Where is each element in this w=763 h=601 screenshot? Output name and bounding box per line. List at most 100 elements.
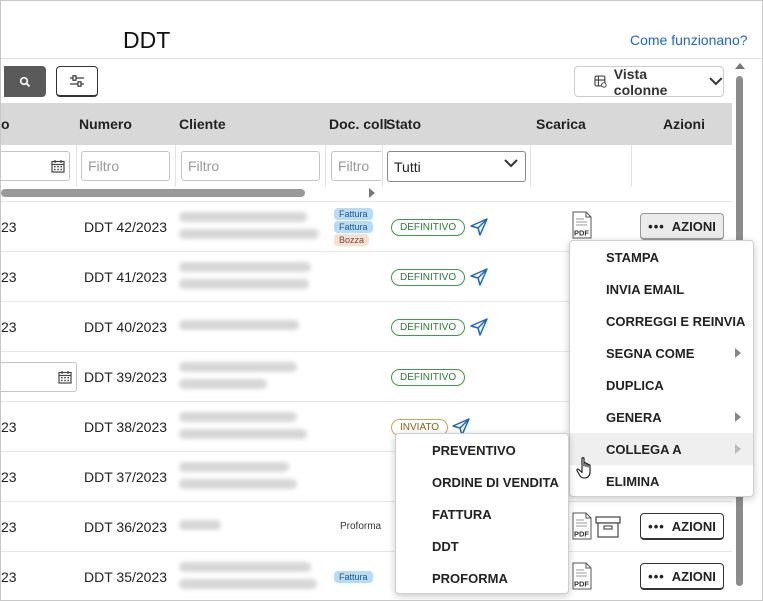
actions-label: AZIONI [671, 518, 716, 534]
actions-context-menu: STAMPA INVIA EMAIL CORREGGI E REINVIA SE… [569, 240, 754, 497]
menu-item-label: SEGNA COME [606, 345, 695, 361]
menu-item-stampa[interactable]: STAMPA [570, 241, 753, 273]
row-actions-button[interactable]: ••• AZIONI [640, 513, 724, 540]
pdf-download-icon[interactable]: PDF [571, 562, 593, 595]
row-numero[interactable]: DDT 36/2023 [84, 519, 167, 535]
stato-filter-value: Tutti [394, 158, 421, 175]
client-name-blurred [179, 354, 325, 400]
menu-item-invia-email[interactable]: INVIA EMAIL [570, 273, 753, 305]
header-divider [1, 58, 762, 59]
scroll-right-arrow-icon[interactable] [369, 188, 375, 198]
column-header-stato[interactable]: Stato [386, 116, 421, 132]
client-name-blurred [179, 504, 325, 550]
collega-a-submenu: PREVENTIVO ORDINE DI VENDITA FATTURA DDT… [395, 433, 569, 594]
linked-doc-tag[interactable]: Fattura [334, 208, 373, 220]
actions-label: AZIONI [671, 218, 716, 234]
menu-item-elimina[interactable]: ELIMINA [570, 465, 753, 497]
cliente-filter-input[interactable]: Filtro [181, 151, 320, 181]
row-date: 23 [1, 569, 17, 585]
submenu-item-proforma[interactable]: PROFORMA [396, 562, 568, 594]
row-date: 23 [1, 319, 17, 335]
column-divider [76, 145, 77, 187]
menu-item-segna-come[interactable]: SEGNA COME [570, 337, 753, 369]
row-actions-button[interactable]: ••• AZIONI [640, 213, 724, 240]
help-link[interactable]: Come funzionano? [630, 32, 748, 48]
column-header-numero[interactable]: Numero [79, 116, 132, 132]
column-header-date[interactable]: o [1, 116, 10, 132]
menu-item-collega-a[interactable]: COLLEGA A [570, 433, 753, 465]
row-numero[interactable]: DDT 41/2023 [84, 269, 167, 285]
submenu-item-fattura[interactable]: FATTURA [396, 498, 568, 530]
column-divider [530, 145, 531, 187]
hand-pointer-cursor-icon [576, 457, 591, 479]
status-badge: DEFINITIVO [391, 219, 466, 236]
calendar-icon[interactable] [51, 159, 65, 173]
column-divider [631, 145, 632, 187]
stato-filter-select[interactable]: Tutti [387, 151, 526, 182]
sliders-icon [70, 75, 84, 87]
linked-doc-tag[interactable]: Fattura [334, 221, 373, 233]
column-header-doc-collegati[interactable]: Doc. coll [329, 116, 387, 132]
chevron-down-icon [504, 159, 518, 168]
date-filter-input[interactable] [1, 151, 70, 181]
column-divider [382, 145, 383, 187]
numero-filter-input[interactable]: Filtro [81, 151, 170, 181]
horizontal-scroll-thumb[interactable] [1, 189, 305, 197]
app-frame: DDT Come funzionano? Vista colonne o Num… [0, 0, 763, 601]
row-numero[interactable]: DDT 39/2023 [84, 369, 167, 385]
submenu-arrow-icon [735, 412, 741, 422]
client-name-blurred [179, 454, 325, 500]
send-icon[interactable] [469, 217, 489, 237]
column-header-scarica[interactable]: Scarica [536, 116, 586, 132]
column-header-cliente[interactable]: Cliente [179, 116, 226, 132]
scroll-up-arrow-icon[interactable] [735, 63, 745, 69]
row-numero[interactable]: DDT 42/2023 [84, 219, 167, 235]
columns-settings-icon [594, 75, 607, 88]
submenu-arrow-icon [735, 348, 741, 358]
submenu-item-ddt[interactable]: DDT [396, 530, 568, 562]
status-badge: DEFINITIVO [391, 319, 466, 336]
doc-coll-filter-input[interactable]: Filtro [331, 151, 381, 181]
svg-text:PDF: PDF [574, 229, 589, 238]
filters-toggle-button[interactable] [56, 66, 98, 97]
actions-label: AZIONI [671, 568, 716, 584]
column-header-azioni[interactable]: Azioni [663, 116, 705, 132]
row-numero[interactable]: DDT 38/2023 [84, 419, 167, 435]
linked-doc-text[interactable]: Proforma [340, 521, 381, 532]
chevron-down-icon [709, 77, 723, 86]
row-actions-button[interactable]: ••• AZIONI [640, 563, 724, 590]
client-name-blurred [179, 554, 325, 600]
linked-doc-tag[interactable]: Bozza [334, 234, 370, 246]
menu-item-correggi-e-reinvia[interactable]: CORREGGI E REINVIA [570, 305, 753, 337]
row-numero[interactable]: DDT 40/2023 [84, 319, 167, 335]
row-numero[interactable]: DDT 37/2023 [84, 469, 167, 485]
send-icon[interactable] [469, 267, 489, 287]
search-button[interactable] [4, 66, 46, 97]
column-divider [325, 145, 326, 187]
linked-doc-tag[interactable]: Fattura [334, 571, 373, 583]
row-date: 23 [1, 219, 17, 235]
more-dots-icon: ••• [648, 218, 665, 234]
send-icon[interactable] [469, 317, 489, 337]
submenu-item-ordine-di-vendita[interactable]: ORDINE DI VENDITA [396, 466, 568, 498]
pdf-download-icon[interactable]: PDF [571, 512, 593, 545]
column-divider [175, 145, 176, 187]
status-badge: DEFINITIVO [391, 369, 466, 386]
submenu-item-preventivo[interactable]: PREVENTIVO [396, 434, 568, 466]
client-name-blurred [179, 404, 325, 450]
menu-item-genera[interactable]: GENERA [570, 401, 753, 433]
calendar-icon[interactable] [58, 370, 72, 384]
submenu-arrow-icon [735, 444, 741, 454]
menu-item-duplica[interactable]: DUPLICA [570, 369, 753, 401]
columns-view-button[interactable]: Vista colonne [574, 65, 724, 98]
status-badge: DEFINITIVO [391, 269, 466, 286]
row-numero[interactable]: DDT 35/2023 [84, 569, 167, 585]
svg-text:PDF: PDF [574, 530, 589, 539]
archive-box-icon[interactable] [595, 516, 621, 543]
row-date-input[interactable] [1, 362, 77, 392]
more-dots-icon: ••• [648, 518, 665, 534]
row-date: 23 [1, 469, 17, 485]
row-date: 23 [1, 269, 17, 285]
columns-view-label: Vista colonne [613, 65, 668, 98]
row-date: 23 [1, 419, 17, 435]
